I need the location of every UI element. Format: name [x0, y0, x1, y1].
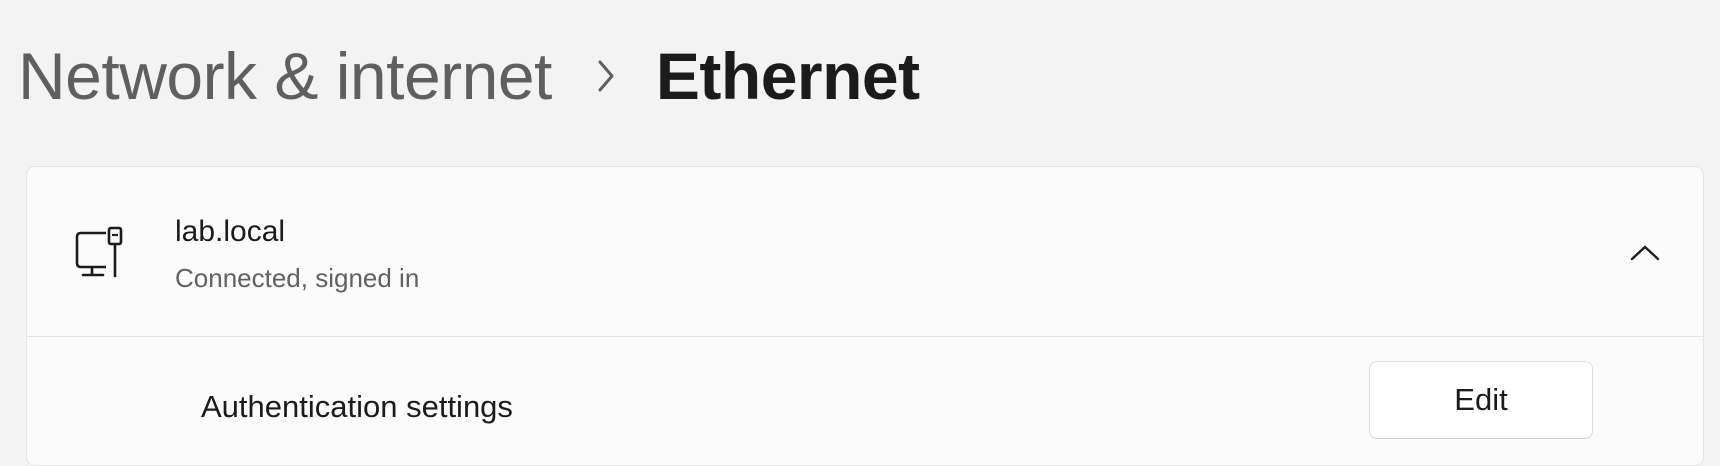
page-title: Ethernet: [655, 39, 920, 113]
connection-status: Connected, signed in: [175, 263, 420, 293]
chevron-up-icon[interactable]: [1623, 231, 1667, 275]
ethernet-connection-card: lab.local Connected, signed in Authentic…: [26, 166, 1704, 466]
connection-header[interactable]: lab.local Connected, signed in: [27, 167, 1703, 337]
chevron-right-icon: [596, 59, 616, 93]
edit-authentication-button[interactable]: Edit: [1369, 361, 1593, 439]
breadcrumb-parent-network-internet[interactable]: Network & internet: [18, 38, 552, 114]
network-name: lab.local: [175, 215, 286, 248]
ethernet-computer-icon: [73, 225, 131, 281]
authentication-settings-label: Authentication settings: [201, 389, 513, 424]
breadcrumb: Network & internet Ethernet: [18, 36, 920, 116]
